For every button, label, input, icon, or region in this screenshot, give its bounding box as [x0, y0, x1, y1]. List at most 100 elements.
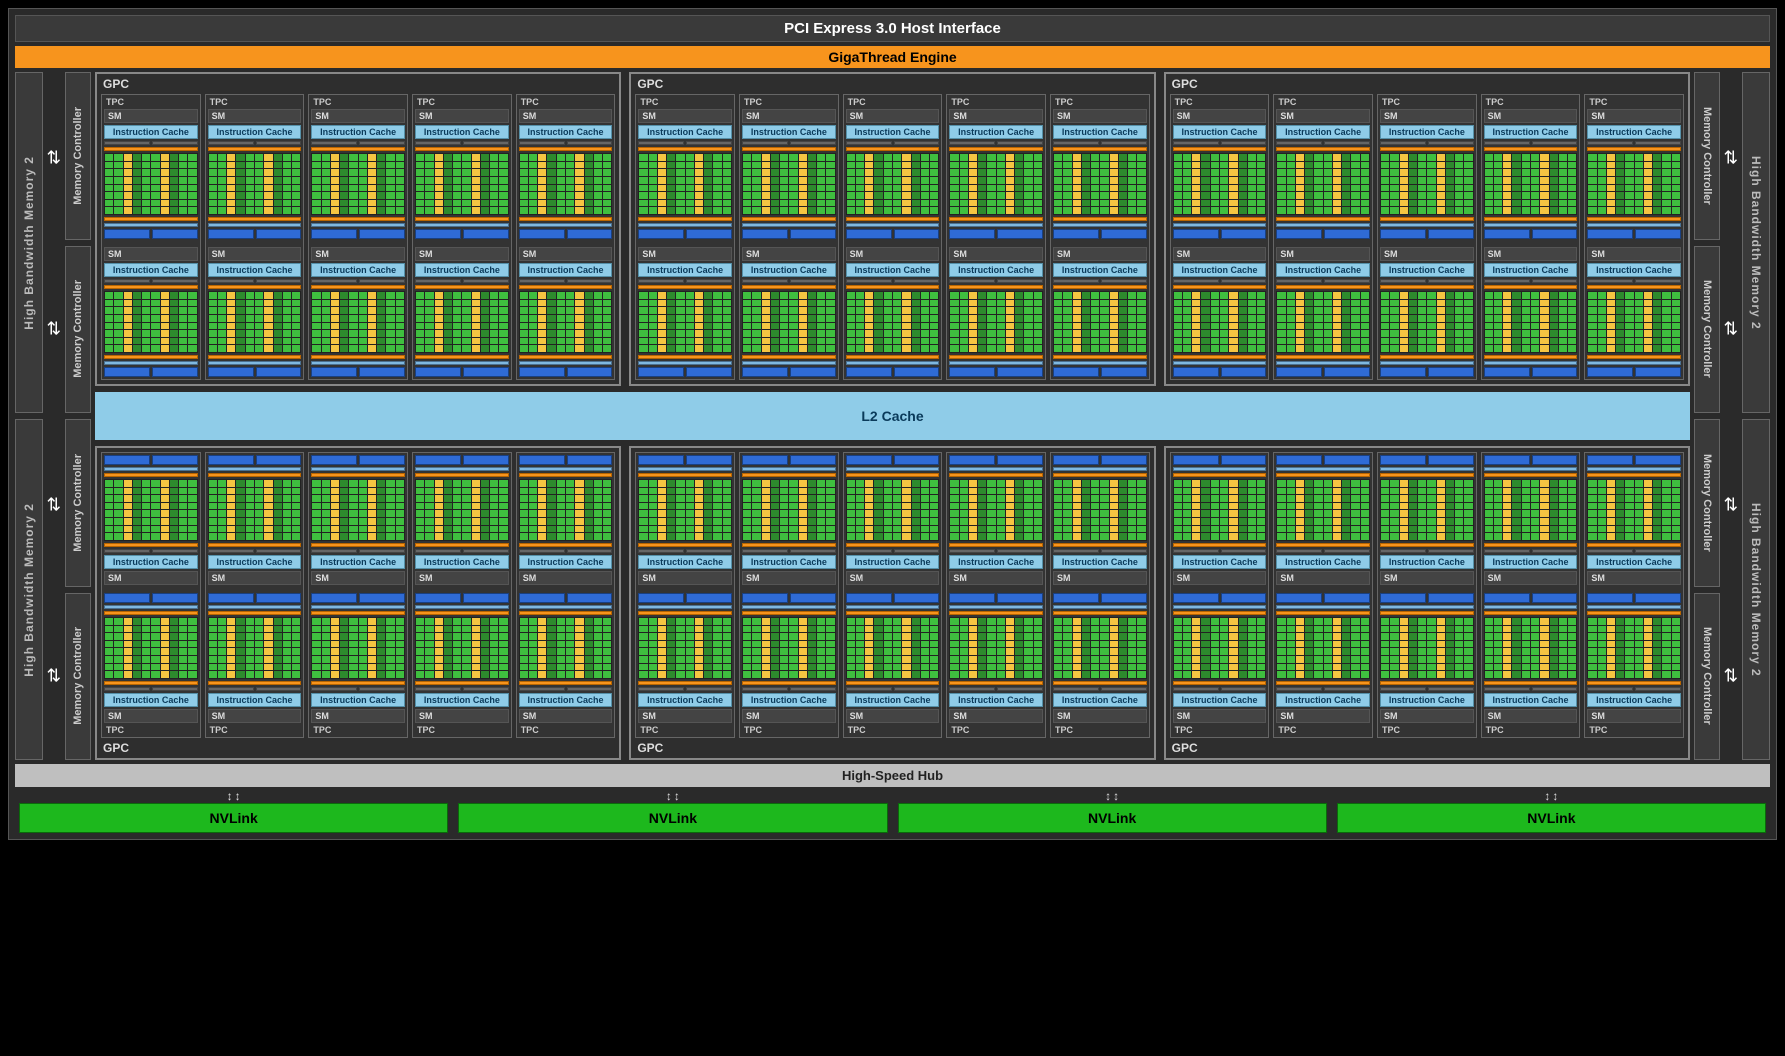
instruction-cache: Instruction Cache [311, 263, 405, 277]
instruction-cache: Instruction Cache [519, 263, 613, 277]
instruction-cache: Instruction Cache [949, 693, 1043, 707]
tpc-label: TPC [949, 725, 1043, 735]
sm-label: SM [1053, 709, 1147, 723]
gpc-label: GPC [635, 77, 1149, 91]
instruction-cache: Instruction Cache [846, 693, 940, 707]
gpu-core: GPCTPCSMInstruction CacheSMInstruction C… [95, 72, 1690, 760]
sm-label: SM [1276, 109, 1370, 123]
tpc-label: TPC [208, 725, 302, 735]
nvlink-cell: ↕↕NVLink [458, 791, 887, 833]
tpc-label: TPC [742, 725, 836, 735]
instruction-cache: Instruction Cache [1276, 555, 1370, 569]
instruction-cache: Instruction Cache [104, 263, 198, 277]
sm-label: SM [1173, 247, 1267, 261]
sm-label: SM [208, 709, 302, 723]
sm-label: SM [415, 109, 509, 123]
sm-label: SM [1173, 109, 1267, 123]
tpc-label: TPC [638, 725, 732, 735]
tpc-label: TPC [1276, 97, 1370, 107]
tpc: TPCSMInstruction CacheSMInstruction Cach… [739, 452, 839, 738]
sm-label: SM [846, 571, 940, 585]
nvlink: NVLink [458, 803, 887, 833]
tpc-label: TPC [1380, 725, 1474, 735]
tpc: TPCSMInstruction CacheSMInstruction Cach… [1050, 94, 1150, 380]
sm-label: SM [104, 709, 198, 723]
tpc: TPCSMInstruction CacheSMInstruction Cach… [205, 94, 305, 380]
sm-label: SM [846, 109, 940, 123]
instruction-cache: Instruction Cache [519, 693, 613, 707]
gpc-label: GPC [635, 741, 1149, 755]
tpc: TPCSMInstruction CacheSMInstruction Cach… [1481, 94, 1581, 380]
tpc: TPCSMInstruction CacheSMInstruction Cach… [412, 94, 512, 380]
sm-label: SM [742, 709, 836, 723]
instruction-cache: Instruction Cache [1484, 263, 1578, 277]
nvlink-arrows-icon: ↕↕ [1105, 791, 1119, 801]
memory-controller: Memory Controller [1694, 246, 1720, 414]
instruction-cache: Instruction Cache [638, 125, 732, 139]
bus-arrows-icon: ⇄ [1722, 148, 1740, 166]
instruction-cache: Instruction Cache [1173, 693, 1267, 707]
instruction-cache: Instruction Cache [208, 693, 302, 707]
instruction-cache: Instruction Cache [415, 555, 509, 569]
gpc: GPCTPCSMInstruction CacheSMInstruction C… [95, 446, 621, 760]
bus-arrows-icon: ⇄ [45, 495, 63, 513]
tpc: TPCSMInstruction CacheSMInstruction Cach… [1170, 452, 1270, 738]
instruction-cache: Instruction Cache [1053, 555, 1147, 569]
sm-label: SM [1276, 247, 1370, 261]
tpc: TPCSMInstruction CacheSMInstruction Cach… [843, 94, 943, 380]
sm-label: SM [1484, 571, 1578, 585]
gpc: GPCTPCSMInstruction CacheSMInstruction C… [1164, 72, 1690, 386]
tpc: TPCSMInstruction CacheSMInstruction Cach… [635, 452, 735, 738]
instruction-cache: Instruction Cache [949, 125, 1043, 139]
sm-label: SM [949, 109, 1043, 123]
bus-arrows-icon: ⇄ [1722, 319, 1740, 337]
instruction-cache: Instruction Cache [1484, 555, 1578, 569]
sm-label: SM [1587, 709, 1681, 723]
hbm-stack: High Bandwidth Memory 2 [15, 419, 43, 760]
sm-label: SM [1484, 109, 1578, 123]
tpc-label: TPC [415, 725, 509, 735]
sm-label: SM [311, 709, 405, 723]
instruction-cache: Instruction Cache [311, 693, 405, 707]
tpc-label: TPC [1276, 725, 1370, 735]
sm-label: SM [208, 109, 302, 123]
tpc-label: TPC [1484, 97, 1578, 107]
sm-label: SM [1380, 571, 1474, 585]
instruction-cache: Instruction Cache [742, 555, 836, 569]
tpc: TPCSMInstruction CacheSMInstruction Cach… [516, 452, 616, 738]
instruction-cache: Instruction Cache [1380, 555, 1474, 569]
tpc-label: TPC [1173, 97, 1267, 107]
tpc-label: TPC [1053, 97, 1147, 107]
bus-arrows-icon: ⇄ [1722, 495, 1740, 513]
sm-label: SM [311, 109, 405, 123]
sm-label: SM [1587, 247, 1681, 261]
nvlink: NVLink [1337, 803, 1766, 833]
gpc-row-top: GPCTPCSMInstruction CacheSMInstruction C… [95, 72, 1690, 386]
sm-label: SM [208, 247, 302, 261]
memory-controller: Memory Controller [1694, 419, 1720, 587]
instruction-cache: Instruction Cache [846, 263, 940, 277]
pci-host-interface: PCI Express 3.0 Host Interface [15, 15, 1770, 42]
memory-controller: Memory Controller [65, 72, 91, 240]
sm-label: SM [1587, 571, 1681, 585]
tpc: TPCSMInstruction CacheSMInstruction Cach… [308, 94, 408, 380]
hbm-stack: High Bandwidth Memory 2 [1742, 72, 1770, 413]
gpc-row-bottom: GPCTPCSMInstruction CacheSMInstruction C… [95, 446, 1690, 760]
sm-label: SM [846, 709, 940, 723]
tpc: TPCSMInstruction CacheSMInstruction Cach… [101, 94, 201, 380]
instruction-cache: Instruction Cache [1276, 125, 1370, 139]
hbm-stack: High Bandwidth Memory 2 [15, 72, 43, 413]
instruction-cache: Instruction Cache [1173, 125, 1267, 139]
instruction-cache: Instruction Cache [311, 125, 405, 139]
sm-label: SM [311, 571, 405, 585]
tpc: TPCSMInstruction CacheSMInstruction Cach… [1273, 452, 1373, 738]
tpc: TPCSMInstruction CacheSMInstruction Cach… [1584, 452, 1684, 738]
sm-label: SM [1276, 709, 1370, 723]
instruction-cache: Instruction Cache [415, 263, 509, 277]
nvlink-cell: ↕↕NVLink [898, 791, 1327, 833]
sm-label: SM [742, 109, 836, 123]
gpu-block-diagram: PCI Express 3.0 Host Interface GigaThrea… [8, 8, 1777, 840]
tpc-label: TPC [1484, 725, 1578, 735]
sm-label: SM [846, 247, 940, 261]
instruction-cache: Instruction Cache [519, 125, 613, 139]
